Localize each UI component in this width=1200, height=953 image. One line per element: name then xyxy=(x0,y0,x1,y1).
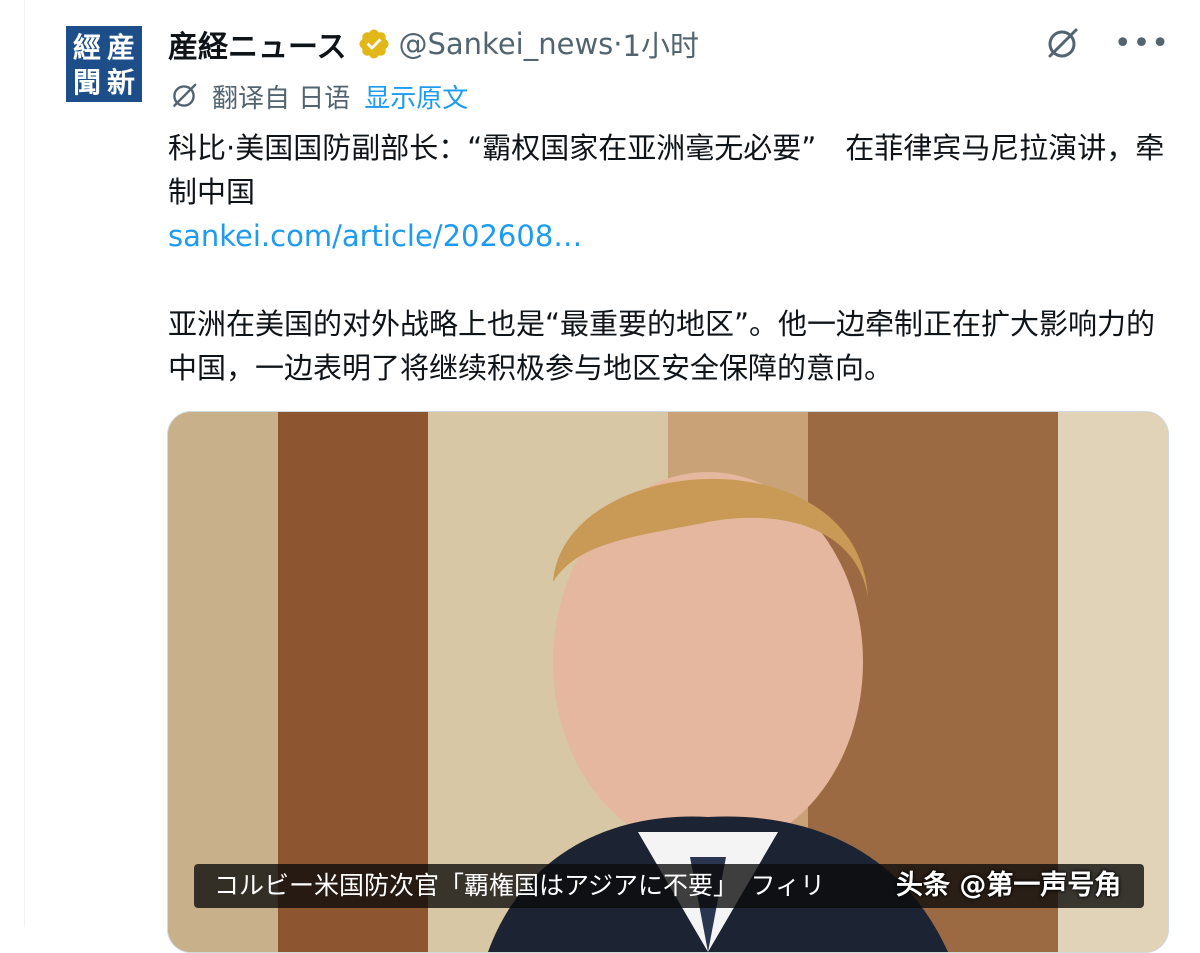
tweet-header: 産経ニュース @Sankei_news · 1小时 xyxy=(168,22,699,66)
avatar-char: 聞 xyxy=(72,66,101,99)
timeline-divider xyxy=(24,0,25,927)
handle[interactable]: @Sankei_news xyxy=(399,27,614,61)
translation-label: 翻译自 日语 xyxy=(212,83,351,114)
header-actions: ••• xyxy=(1042,24,1170,64)
watermark: 头条 @第一声号角 xyxy=(896,870,1122,901)
tweet-text: 科比·美国国防副部长：“霸权国家在亚洲毫无必要” 在菲律宾马尼拉演讲，牵制中国 … xyxy=(168,126,1168,390)
grok-icon[interactable] xyxy=(1042,24,1082,64)
avatar-char: 産 xyxy=(106,31,135,64)
show-original-link[interactable]: 显示原文 xyxy=(364,78,468,115)
avatar-char: 新 xyxy=(106,66,135,99)
translate-icon xyxy=(168,80,200,112)
avatar[interactable]: 經 産 聞 新 xyxy=(66,26,142,102)
tweet-headline: 科比·美国国防副部长：“霸权国家在亚洲毫无必要” 在菲律宾马尼拉演讲，牵制中国 xyxy=(168,131,1165,209)
article-link[interactable]: sankei.com/article/202608… xyxy=(168,214,1168,258)
more-icon[interactable]: ••• xyxy=(1114,24,1170,64)
display-name[interactable]: 産経ニュース xyxy=(168,22,347,66)
avatar-char: 經 xyxy=(72,31,101,64)
separator: · xyxy=(613,27,623,61)
timestamp[interactable]: 1小时 xyxy=(623,23,699,65)
tweet-body: 亚洲在美国的对外战略上也是“最重要的地区”。他一边牵制正在扩大影响力的中国，一边… xyxy=(168,307,1156,385)
verified-badge-icon xyxy=(357,27,391,61)
translation-row: 翻译自 日语 显示原文 xyxy=(168,78,468,114)
